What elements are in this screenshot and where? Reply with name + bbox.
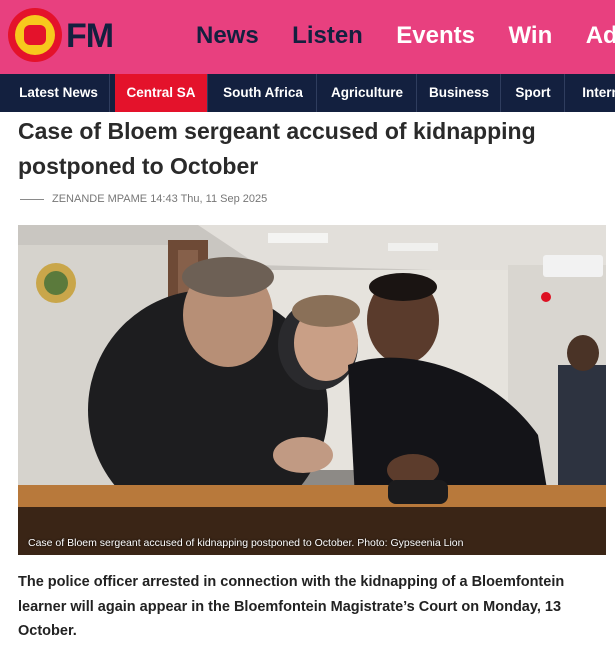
- nav-listen[interactable]: Listen: [292, 22, 363, 50]
- category-nav: Latest News Central SA South Africa Agri…: [0, 74, 615, 112]
- cat-south-africa[interactable]: South Africa: [210, 74, 317, 112]
- main-nav: News Listen Events Win Adv: [196, 22, 615, 50]
- nav-win[interactable]: Win: [508, 22, 552, 50]
- cat-agriculture[interactable]: Agriculture: [318, 74, 417, 112]
- article-lead: The police officer arrested in connectio…: [18, 574, 565, 639]
- cat-business[interactable]: Business: [418, 74, 501, 112]
- cat-latest-news[interactable]: Latest News: [8, 74, 110, 112]
- article-image[interactable]: Case of Bloem sergeant accused of kidnap…: [18, 225, 606, 555]
- image-caption: Case of Bloem sergeant accused of kidnap…: [28, 537, 464, 549]
- ofm-logo[interactable]: FM: [6, 6, 141, 64]
- byline-text: ZENANDE MPAME 14:43 Thu, 11 Sep 2025: [52, 193, 268, 205]
- byline-rule: [20, 198, 44, 200]
- nav-events[interactable]: Events: [396, 22, 475, 50]
- nav-news[interactable]: News: [196, 22, 259, 50]
- svg-text:FM: FM: [66, 17, 113, 55]
- nav-advertise[interactable]: Adv: [586, 22, 615, 50]
- cat-central-sa[interactable]: Central SA: [115, 74, 208, 112]
- site-header: FM News Listen Events Win Adv: [0, 0, 615, 74]
- cat-international[interactable]: Intern: [566, 74, 615, 112]
- courtroom-photo: [18, 225, 606, 555]
- cat-sport[interactable]: Sport: [502, 74, 565, 112]
- article-byline: ZENANDE MPAME 14:43 Thu, 11 Sep 2025: [18, 193, 267, 207]
- article-title: Case of Bloem sergeant accused of kidnap…: [18, 118, 536, 179]
